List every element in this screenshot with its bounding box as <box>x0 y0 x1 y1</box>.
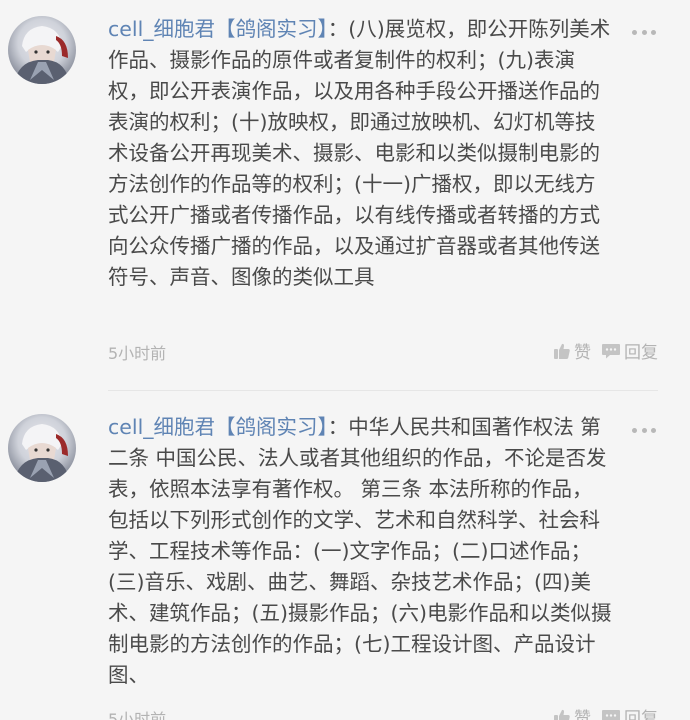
like-button[interactable]: 赞 <box>553 704 591 720</box>
avatar-image <box>14 26 70 84</box>
avatar[interactable] <box>8 16 76 84</box>
comment-actions: 赞 回复 <box>553 338 658 363</box>
reply-label: 回复 <box>624 343 658 363</box>
avatar-image <box>14 424 70 482</box>
comment-actions: 赞 回复 <box>553 704 658 720</box>
timestamp: 5小时前 <box>108 710 167 720</box>
timestamp: 5小时前 <box>108 344 167 363</box>
reply-button[interactable]: 回复 <box>601 704 658 720</box>
like-button[interactable]: 赞 <box>553 338 591 363</box>
dot <box>632 29 637 35</box>
like-label: 赞 <box>574 709 591 720</box>
comment-body: cell_细胞君【鸽阁实习】：(八)展览权，即公开陈列美术作品、摄影作品的原件或… <box>108 14 613 293</box>
author-colon: ： <box>327 415 349 439</box>
dot <box>641 29 647 35</box>
divider <box>108 390 658 391</box>
more-options-icon[interactable] <box>632 24 656 40</box>
like-label: 赞 <box>574 343 591 363</box>
reply-label: 回复 <box>624 709 658 720</box>
comment-feed: cell_细胞君【鸽阁实习】：(八)展览权，即公开陈列美术作品、摄影作品的原件或… <box>0 0 690 720</box>
comment-text: 中华人民共和国著作权法 第二条 中国公民、法人或者其他组织的作品，不论是否发表，… <box>108 415 612 687</box>
thumbs-up-icon <box>554 343 570 359</box>
speech-bubble-icon <box>602 709 620 720</box>
thumbs-up-icon <box>554 709 570 720</box>
author-name[interactable]: cell_细胞君【鸽阁实习】 <box>108 17 328 41</box>
speech-bubble-icon <box>602 343 620 358</box>
author-name[interactable]: cell_细胞君【鸽阁实习】 <box>108 415 328 439</box>
more-options-icon[interactable] <box>632 422 656 438</box>
comment-body: cell_细胞君【鸽阁实习】：中华人民共和国著作权法 第二条 中国公民、法人或者… <box>108 412 613 691</box>
reply-button[interactable]: 回复 <box>601 338 658 363</box>
author-colon: ： <box>327 17 349 41</box>
dot <box>651 427 656 433</box>
dot <box>641 427 647 433</box>
comment-text: (八)展览权，即公开陈列美术作品、摄影作品的原件或者复制件的权利；(九)表演权，… <box>108 17 611 289</box>
comment-meta: 5小时前 赞 回复 <box>108 338 658 363</box>
comment-meta: 5小时前 赞 回复 <box>108 704 658 720</box>
dot <box>632 427 637 433</box>
dot <box>651 29 656 35</box>
avatar[interactable] <box>8 414 76 482</box>
